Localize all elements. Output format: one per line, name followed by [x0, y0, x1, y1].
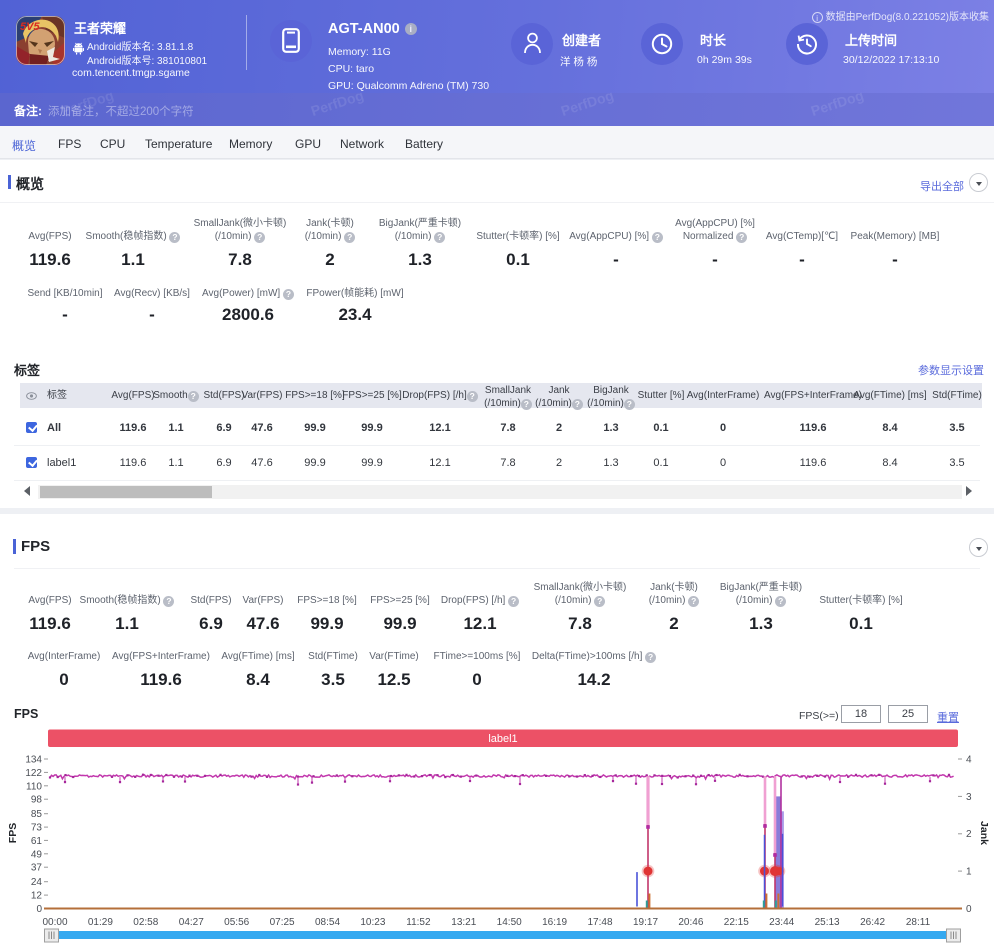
- svg-text:26:42: 26:42: [860, 917, 885, 928]
- svg-text:10:23: 10:23: [360, 917, 385, 928]
- svg-text:25:13: 25:13: [815, 917, 840, 928]
- svg-text:24: 24: [31, 877, 43, 888]
- svg-text:3: 3: [966, 792, 972, 803]
- svg-text:07:25: 07:25: [270, 917, 295, 928]
- svg-text:Jank: Jank: [978, 821, 990, 845]
- svg-text:1: 1: [966, 867, 972, 878]
- svg-text:37: 37: [31, 863, 43, 874]
- svg-text:08:54: 08:54: [315, 917, 340, 928]
- svg-text:13:21: 13:21: [451, 917, 476, 928]
- svg-text:20:46: 20:46: [678, 917, 703, 928]
- svg-text:17:48: 17:48: [587, 917, 612, 928]
- svg-text:11:52: 11:52: [406, 917, 431, 928]
- svg-text:12: 12: [31, 891, 43, 902]
- svg-text:122: 122: [25, 768, 42, 779]
- svg-text:73: 73: [31, 823, 43, 834]
- svg-text:61: 61: [31, 836, 43, 847]
- svg-text:2: 2: [966, 829, 972, 840]
- svg-text:05:56: 05:56: [224, 917, 249, 928]
- svg-text:49: 49: [31, 849, 43, 860]
- svg-text:98: 98: [31, 795, 43, 806]
- svg-text:label1: label1: [488, 733, 517, 745]
- svg-text:01:29: 01:29: [88, 917, 113, 928]
- svg-text:0: 0: [966, 904, 972, 915]
- svg-text:00:00: 00:00: [42, 917, 67, 928]
- svg-text:0: 0: [36, 904, 42, 915]
- svg-text:02:58: 02:58: [133, 917, 158, 928]
- svg-text:23:44: 23:44: [769, 917, 794, 928]
- svg-text:FPS: FPS: [7, 823, 19, 843]
- svg-text:28:11: 28:11: [906, 917, 931, 928]
- svg-text:14:50: 14:50: [497, 917, 522, 928]
- svg-text:85: 85: [31, 809, 43, 820]
- svg-text:4: 4: [966, 755, 972, 766]
- svg-text:22:15: 22:15: [724, 917, 749, 928]
- svg-text:5V5: 5V5: [20, 21, 40, 33]
- svg-text:134: 134: [25, 755, 42, 766]
- svg-text:16:19: 16:19: [542, 917, 567, 928]
- svg-text:04:27: 04:27: [179, 917, 204, 928]
- svg-text:19:17: 19:17: [633, 917, 658, 928]
- svg-text:110: 110: [26, 781, 42, 792]
